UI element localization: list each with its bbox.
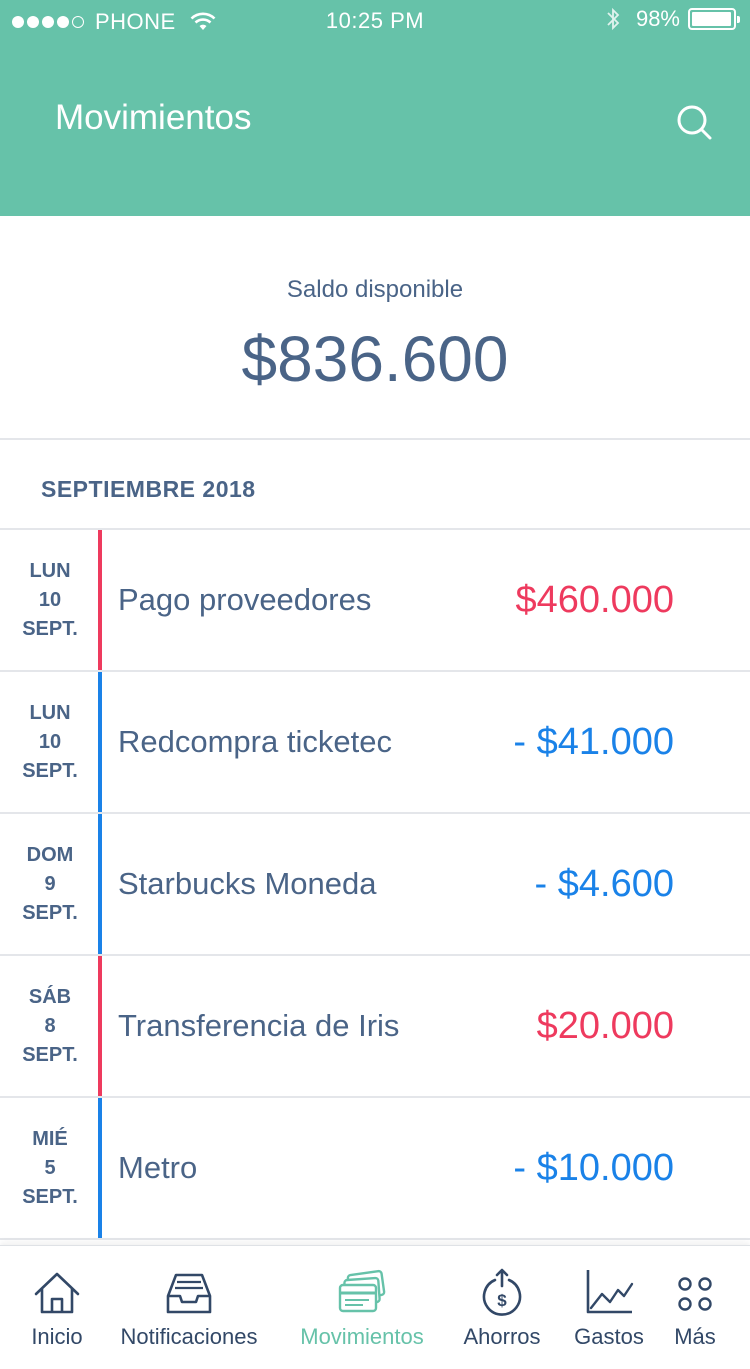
tab-label: Notificaciones (120, 1324, 258, 1349)
transaction-description: Redcompra ticketec (118, 724, 392, 759)
transaction-day: 8 (44, 1014, 56, 1037)
transaction-amount: $460.000 (515, 578, 675, 621)
search-button[interactable] (672, 100, 716, 144)
transaction-row[interactable]: LUN 10 SEPT. Pago proveedores $460.000 (0, 530, 750, 672)
month-section-header: SEPTIEMBRE 2018 (0, 440, 750, 530)
transaction-row[interactable]: DOM 9 SEPT. Starbucks Moneda - $4.600 (0, 814, 750, 956)
transaction-type-bar (98, 814, 102, 954)
transaction-weekday: DOM (26, 843, 74, 866)
page-title: Movimientos (55, 98, 252, 137)
transaction-type-bar (98, 1098, 102, 1238)
transaction-amount: - $10.000 (513, 1146, 674, 1189)
more-icon (678, 1277, 712, 1311)
transaction-type-bar (98, 530, 102, 670)
tab-mas[interactable]: Más (660, 1246, 730, 1369)
transaction-amount: - $4.600 (534, 862, 674, 905)
transaction-description: Starbucks Moneda (118, 866, 377, 901)
transaction-type-bar (98, 672, 102, 812)
transaction-month: SEPT. (22, 617, 78, 640)
tab-label: Más (674, 1324, 716, 1349)
balance-label: Saldo disponible (286, 276, 464, 303)
battery-fill (692, 12, 732, 26)
transaction-date: MIÉ 5 SEPT. (0, 1098, 100, 1238)
transaction-day: 5 (44, 1156, 56, 1179)
transaction-weekday: MIÉ (32, 1127, 68, 1150)
transaction-type-bar (98, 956, 102, 1096)
tab-notificaciones[interactable]: Notificaciones (110, 1246, 268, 1369)
transaction-description: Metro (118, 1150, 198, 1185)
tab-bar: Inicio Notificaciones Movimientos $ Ahor… (0, 1245, 750, 1369)
transaction-description: Pago proveedores (118, 582, 372, 617)
cards-icon (338, 1269, 386, 1313)
tab-label: Ahorros (463, 1324, 541, 1349)
tab-label: Movimientos (300, 1324, 424, 1349)
status-right: 98% (606, 6, 740, 32)
transaction-day: 10 (38, 730, 62, 753)
tab-label: Inicio (31, 1324, 83, 1349)
transaction-date: SÁB 8 SEPT. (0, 956, 100, 1096)
transaction-month: SEPT. (22, 901, 78, 924)
tab-inicio[interactable]: Inicio (16, 1246, 98, 1369)
transaction-day: 10 (38, 588, 62, 611)
transaction-day: 9 (44, 872, 56, 895)
tab-movimientos[interactable]: Movimientos (288, 1246, 436, 1369)
transaction-description: Transferencia de Iris (118, 1008, 400, 1043)
tab-ahorros[interactable]: $ Ahorros (454, 1246, 550, 1369)
month-label: SEPTIEMBRE 2018 (41, 476, 256, 502)
tab-gastos[interactable]: Gastos (566, 1246, 652, 1369)
balance-card: Saldo disponible $836.600 (0, 216, 750, 440)
transaction-weekday: LUN (29, 559, 71, 582)
transaction-month: SEPT. (22, 1043, 78, 1066)
svg-text:$: $ (497, 1291, 507, 1310)
transaction-row[interactable]: SÁB 8 SEPT. Transferencia de Iris $20.00… (0, 956, 750, 1098)
transaction-weekday: SÁB (28, 985, 72, 1008)
transaction-date: LUN 10 SEPT. (0, 530, 100, 670)
status-bar: PHONE 10:25 PM 98% (0, 0, 750, 42)
chart-icon (586, 1270, 634, 1314)
transaction-row[interactable]: MIÉ 5 SEPT. Metro - $10.000 (0, 1098, 750, 1240)
transaction-date: DOM 9 SEPT. (0, 814, 100, 954)
transaction-amount: $20.000 (536, 1004, 674, 1047)
savings-icon: $ (482, 1268, 522, 1316)
transaction-row[interactable]: LUN 10 SEPT. Redcompra ticketec - $41.00… (0, 672, 750, 814)
bluetooth-icon (607, 7, 620, 31)
transaction-weekday: LUN (29, 701, 71, 724)
transaction-amount: - $41.000 (513, 720, 674, 763)
app-header: PHONE 10:25 PM 98% Movimientos (0, 0, 750, 216)
battery-percent: 98% (635, 6, 680, 31)
inbox-icon (166, 1273, 212, 1314)
home-icon (34, 1272, 80, 1314)
transactions-list: LUN 10 SEPT. Pago proveedores $460.000 L… (0, 530, 750, 1240)
transaction-date: LUN 10 SEPT. (0, 672, 100, 812)
transaction-month: SEPT. (22, 759, 78, 782)
balance-value: $836.600 (241, 323, 509, 395)
tab-label: Gastos (574, 1324, 644, 1349)
transaction-month: SEPT. (22, 1185, 78, 1208)
battery-icon (688, 8, 740, 30)
search-icon (677, 105, 712, 140)
